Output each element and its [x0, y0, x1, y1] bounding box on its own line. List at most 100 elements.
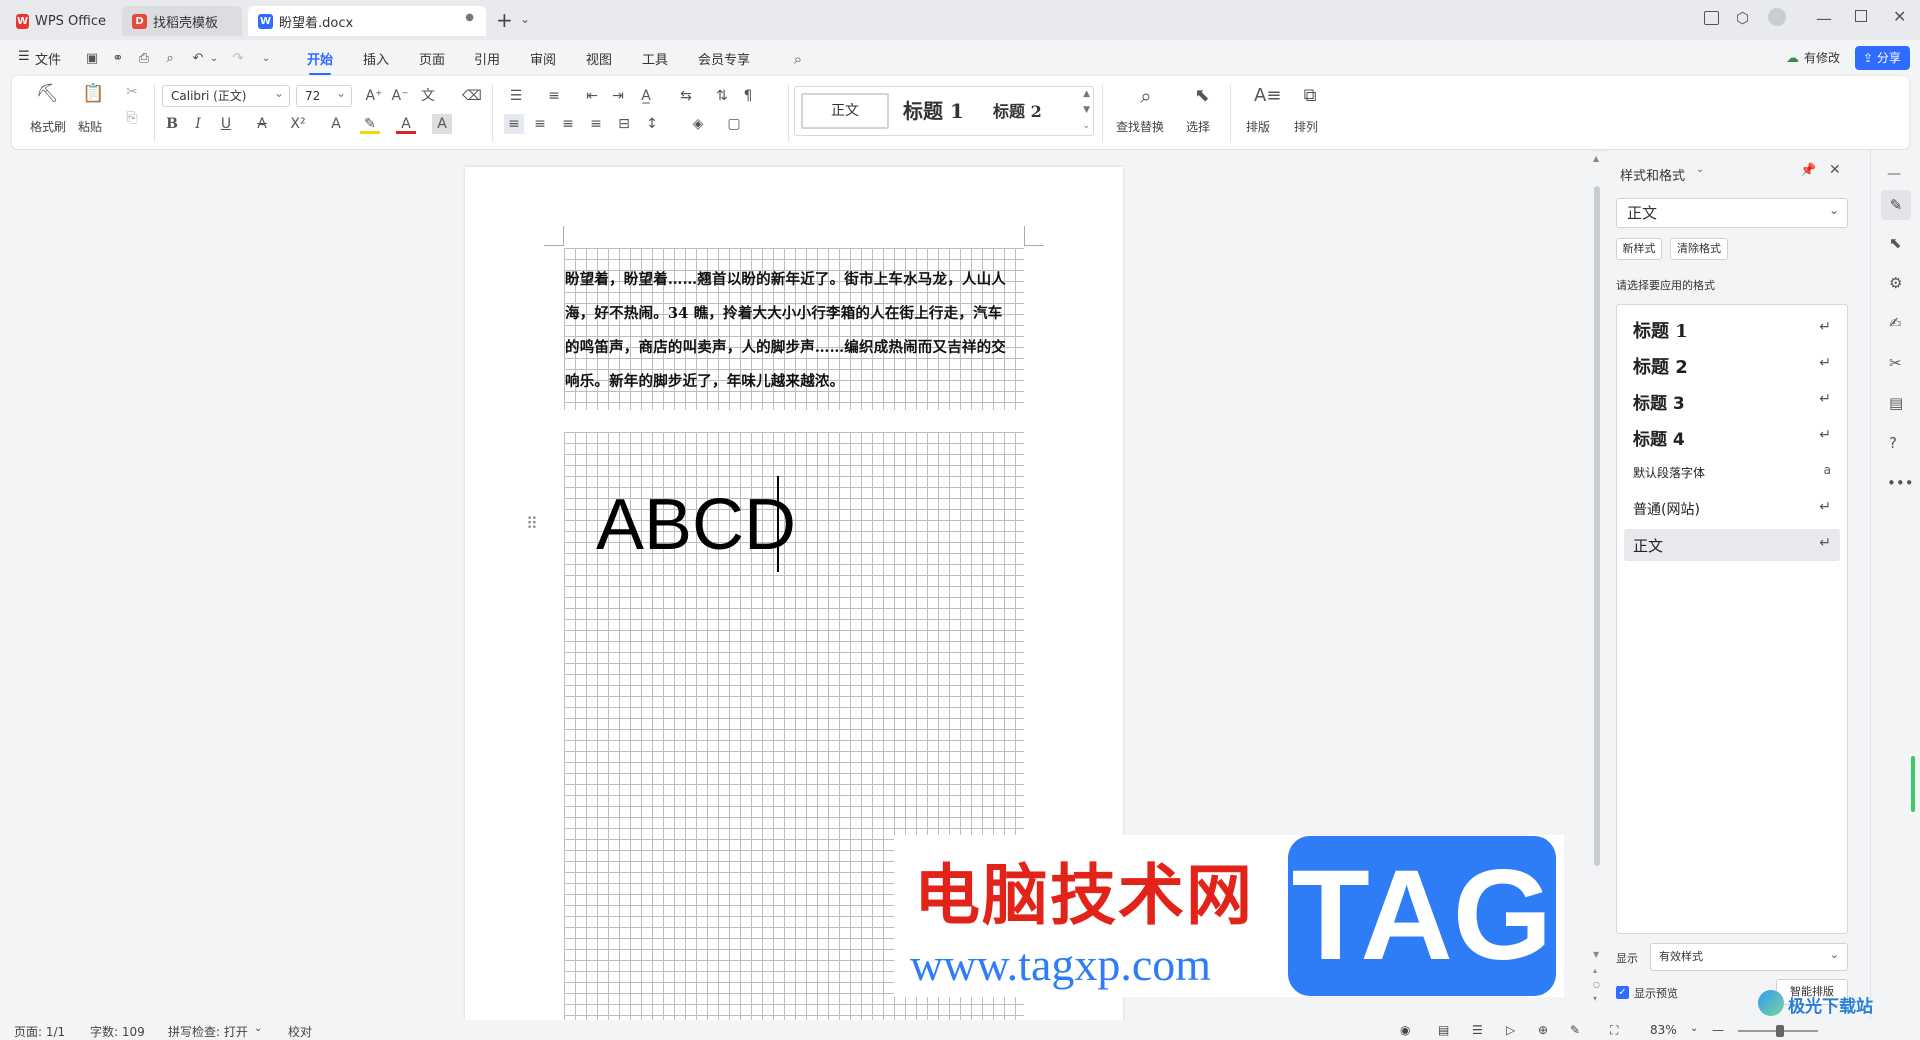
align-center-icon[interactable]: ≡: [530, 114, 550, 134]
grow-font-icon[interactable]: A⁺: [364, 86, 384, 106]
list-item[interactable]: 标题 2 ↵: [1617, 349, 1847, 379]
page-view-icon[interactable]: ▤: [1438, 1023, 1449, 1037]
find-replace-label[interactable]: 查找替换: [1116, 118, 1164, 135]
browse-object-icon[interactable]: ○: [1593, 980, 1600, 989]
close-panel-icon[interactable]: ✕: [1829, 162, 1841, 178]
tab-docer[interactable]: D 找稻壳模板: [122, 6, 242, 36]
show-marks-icon[interactable]: ¶: [738, 86, 758, 106]
decrease-indent-icon[interactable]: ⇤: [582, 86, 602, 106]
book-icon[interactable]: ▤: [1889, 394, 1903, 412]
paragraph-line[interactable]: 的鸣笛声，商店的叫卖声，人的脚步声……编织成热闹而又吉祥的交: [565, 336, 1006, 357]
underline-icon[interactable]: U: [216, 114, 236, 134]
outline-view-icon[interactable]: ☰: [1472, 1023, 1483, 1037]
scroll-down-icon[interactable]: ▼: [1593, 950, 1599, 959]
collapse-icon[interactable]: —: [1887, 166, 1901, 182]
sliders-icon[interactable]: ⚙: [1889, 274, 1902, 292]
search-icon[interactable]: ⌕: [790, 51, 806, 67]
border-icon[interactable]: ▢: [724, 114, 744, 134]
print-icon[interactable]: ⎙: [136, 51, 152, 67]
preview-checkbox[interactable]: ✓: [1616, 986, 1629, 999]
font-size-select[interactable]: 72: [296, 83, 352, 107]
menu-member[interactable]: 会员专享: [698, 49, 750, 68]
bold-icon[interactable]: B: [162, 114, 182, 134]
scroll-down-icon[interactable]: ▼: [1083, 105, 1090, 115]
clear-format-button[interactable]: 清除格式: [1670, 238, 1728, 260]
drag-handle-icon[interactable]: ⠿: [526, 514, 538, 533]
copy-icon[interactable]: ⎘: [122, 108, 142, 128]
superscript-icon[interactable]: X²: [288, 114, 308, 134]
pin-icon[interactable]: 📌: [1800, 163, 1816, 178]
big-text[interactable]: ABCD: [596, 484, 796, 566]
font-name-select[interactable]: Calibri (正文): [162, 83, 290, 107]
list-item[interactable]: 默认段落字体 a: [1617, 457, 1847, 487]
page-count[interactable]: 页面: 1/1: [14, 1023, 65, 1040]
close-tab-icon[interactable]: ●: [465, 12, 474, 23]
next-page-icon[interactable]: ▾: [1593, 994, 1597, 1003]
arrange-icon[interactable]: ⧉: [1300, 86, 1320, 106]
layout-icon[interactable]: [1704, 11, 1719, 25]
sort-swap-icon[interactable]: ⇆: [676, 86, 696, 106]
menu-insert[interactable]: 插入: [363, 49, 389, 68]
select-label[interactable]: 选择: [1186, 118, 1210, 135]
bullet-list-icon[interactable]: ☰: [506, 86, 526, 106]
align-right-icon[interactable]: ≡: [558, 114, 578, 134]
paragraph-line[interactable]: 盼望着，盼望着……翘首以盼的新年近了。街市上车水马龙，人山人: [565, 268, 1006, 289]
menu-references[interactable]: 引用: [474, 49, 500, 68]
layout-text-icon[interactable]: A≡: [1254, 86, 1281, 106]
italic-icon[interactable]: I: [188, 114, 208, 134]
chevron-down-icon[interactable]: ⌄: [1696, 164, 1704, 175]
list-item[interactable]: 普通(网站) ↵: [1617, 493, 1847, 523]
tab-wps-office[interactable]: W WPS Office: [6, 6, 116, 36]
paste-label[interactable]: 粘贴: [78, 118, 102, 135]
paragraph-line[interactable]: 响乐。新年的脚步近了，年味儿越来越浓。: [565, 370, 844, 391]
cursor-select-icon[interactable]: ⬉: [1889, 234, 1902, 252]
paste-icon[interactable]: 📋: [82, 84, 104, 104]
avatar[interactable]: [1768, 8, 1786, 26]
chevron-down-icon[interactable]: ⌄: [254, 1023, 262, 1034]
play-icon[interactable]: ▷: [1506, 1023, 1515, 1037]
eye-icon[interactable]: ◉: [1400, 1023, 1410, 1037]
prev-page-icon[interactable]: ▴: [1593, 966, 1597, 975]
distribute-icon[interactable]: ⊟: [614, 114, 634, 134]
find-replace-icon[interactable]: ⌕: [1136, 86, 1156, 106]
menu-home[interactable]: 开始: [307, 49, 333, 75]
more-icon[interactable]: •••: [1887, 474, 1914, 492]
format-painter-label[interactable]: 格式刷: [30, 118, 66, 135]
pen-icon[interactable]: ✎: [1881, 190, 1911, 220]
clear-format-icon[interactable]: ⌫: [462, 86, 482, 106]
char-shading-icon[interactable]: A: [432, 114, 452, 134]
arrange-label[interactable]: 排列: [1294, 118, 1318, 135]
redo-icon[interactable]: ↷: [230, 51, 246, 67]
list-item-selected[interactable]: 正文 ↵: [1624, 529, 1840, 561]
justify-icon[interactable]: ≡: [586, 114, 606, 134]
chevron-down-icon[interactable]: ⌄: [1690, 1023, 1698, 1034]
edit-doc-icon[interactable]: ✍: [1889, 314, 1902, 332]
document-scrollbar[interactable]: [1594, 186, 1600, 866]
undo-icon[interactable]: ↶: [190, 51, 206, 67]
chevron-down-icon[interactable]: ⌄: [520, 12, 530, 26]
save-icon[interactable]: ▣: [84, 51, 100, 67]
close-window-icon[interactable]: ✕: [1893, 7, 1906, 26]
zoom-level[interactable]: 83%: [1650, 1023, 1677, 1037]
zoom-out-icon[interactable]: —: [1712, 1023, 1724, 1037]
expand-gallery-icon[interactable]: ⌄: [1082, 121, 1090, 131]
scroll-up-icon[interactable]: ▲: [1593, 154, 1599, 163]
minimize-icon[interactable]: —: [1816, 9, 1832, 28]
word-count[interactable]: 字数: 109: [90, 1023, 145, 1040]
tab-document[interactable]: W 盼望着.docx ●: [248, 6, 486, 36]
phonetic-icon[interactable]: 文: [418, 86, 438, 106]
line-spacing-icon[interactable]: ↕: [642, 114, 662, 134]
align-left-icon[interactable]: ≡: [504, 114, 524, 134]
modified-status[interactable]: 有修改: [1804, 49, 1840, 66]
style-heading-2[interactable]: 标题 2: [993, 98, 1042, 122]
new-style-button[interactable]: 新样式: [1616, 238, 1662, 260]
select-icon[interactable]: ⬉: [1192, 86, 1212, 106]
shading-icon[interactable]: ◈: [688, 114, 708, 134]
fit-icon[interactable]: ⛶: [1610, 1023, 1618, 1038]
tools-icon[interactable]: ✂: [1889, 354, 1902, 372]
layout-label[interactable]: 排版: [1246, 118, 1270, 135]
menu-review[interactable]: 审阅: [530, 49, 556, 68]
cut-icon[interactable]: ✂: [122, 82, 142, 102]
numbered-list-icon[interactable]: ≡: [544, 86, 564, 106]
strikethrough-icon[interactable]: A: [252, 114, 272, 134]
